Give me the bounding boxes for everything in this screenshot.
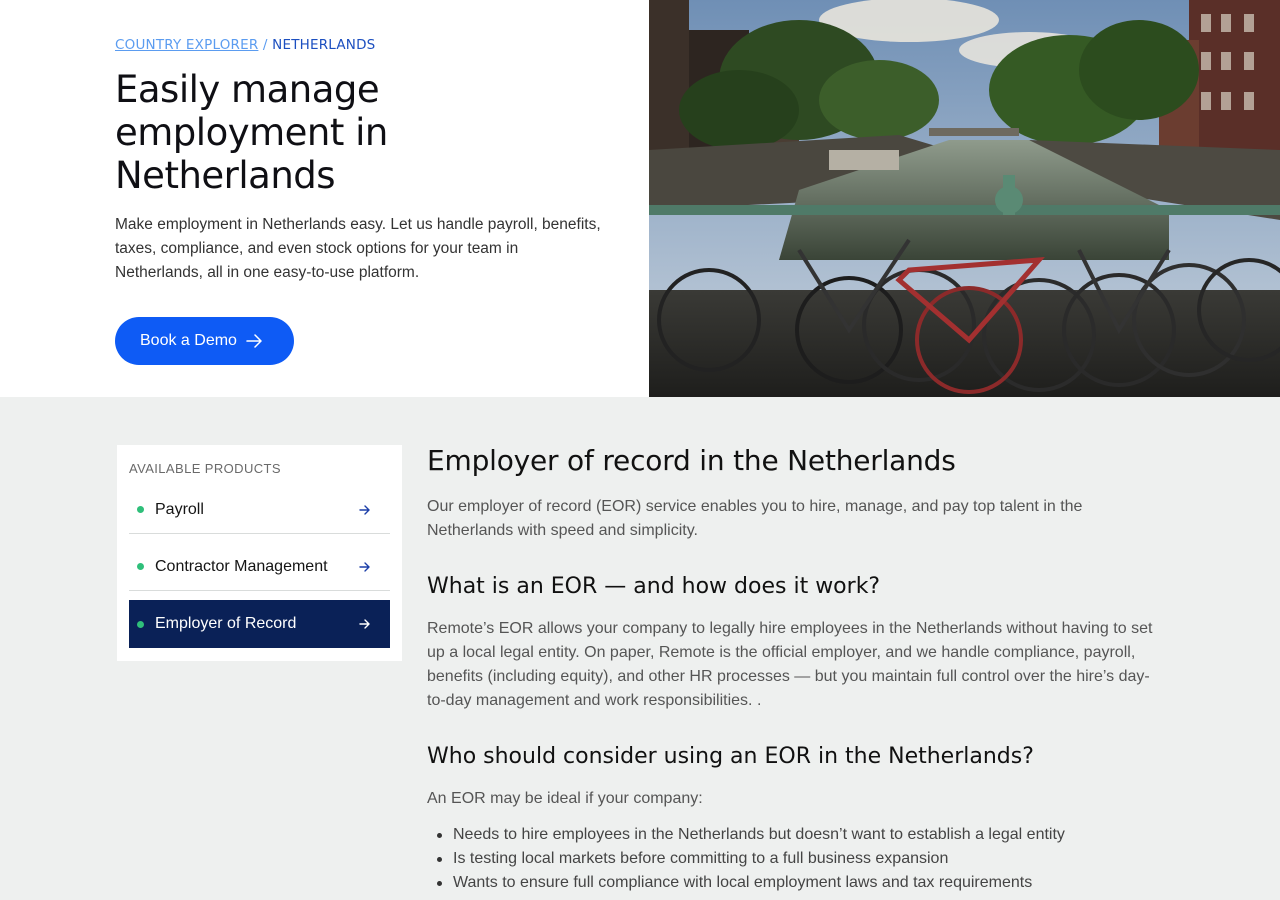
hero-description: Make employment in Netherlands easy. Let… bbox=[115, 216, 601, 281]
product-item-contractor-management[interactable]: Contractor Management bbox=[129, 543, 390, 591]
who-should-consider-lead: An EOR may be ideal if your company: bbox=[427, 790, 703, 807]
product-item-employer-of-record[interactable]: Employer of Record bbox=[129, 600, 390, 648]
arrow-right-icon bbox=[358, 560, 372, 574]
status-dot-icon bbox=[137, 620, 144, 628]
products-heading: AVAILABLE PRODUCTS bbox=[129, 461, 281, 476]
breadcrumb-country-explorer-link[interactable]: COUNTRY EXPLORER bbox=[115, 37, 258, 53]
status-dot-icon bbox=[137, 563, 144, 570]
arrow-right-icon bbox=[358, 503, 372, 517]
section-title: Employer of record in the Netherlands bbox=[427, 444, 956, 477]
status-dot-icon bbox=[137, 506, 144, 513]
breadcrumb-separator: / bbox=[262, 37, 268, 53]
list-item: Needs to hire employees in the Netherlan… bbox=[427, 823, 1162, 847]
available-products-card: AVAILABLE PRODUCTS Payroll Contractor Ma… bbox=[117, 445, 402, 661]
book-demo-button[interactable]: Book a Demo bbox=[115, 317, 294, 365]
list-item: Wants to ensure full compliance with loc… bbox=[427, 871, 1162, 895]
intro-paragraph: Our employer of record (EOR) service ena… bbox=[427, 498, 1083, 539]
product-label: Contractor Management bbox=[155, 557, 328, 575]
section-heading-what-is-eor: What is an EOR — and how does it work? bbox=[427, 574, 881, 599]
what-is-eor-paragraph: Remote’s EOR allows your company to lega… bbox=[427, 620, 1153, 709]
product-label: Payroll bbox=[155, 500, 204, 518]
arrow-right-icon bbox=[246, 334, 263, 348]
section-heading-who-should-consider: Who should consider using an EOR in the … bbox=[427, 744, 1034, 769]
eor-criteria-list: Needs to hire employees in the Netherlan… bbox=[427, 823, 1162, 895]
breadcrumb: COUNTRY EXPLORER / NETHERLANDS bbox=[115, 37, 375, 53]
list-item: Is testing local markets before committi… bbox=[427, 847, 1162, 871]
book-demo-label: Book a Demo bbox=[140, 332, 237, 349]
hero-section: COUNTRY EXPLORER / NETHERLANDS Easily ma… bbox=[0, 0, 1280, 397]
breadcrumb-current: NETHERLANDS bbox=[272, 37, 376, 53]
arrow-right-icon bbox=[358, 617, 372, 631]
page-title: Easily manage employment in Netherlands bbox=[115, 68, 388, 197]
product-label: Employer of Record bbox=[155, 615, 297, 632]
product-item-payroll[interactable]: Payroll bbox=[129, 486, 390, 534]
hero-image-amsterdam-canal-bicycles bbox=[649, 0, 1280, 397]
